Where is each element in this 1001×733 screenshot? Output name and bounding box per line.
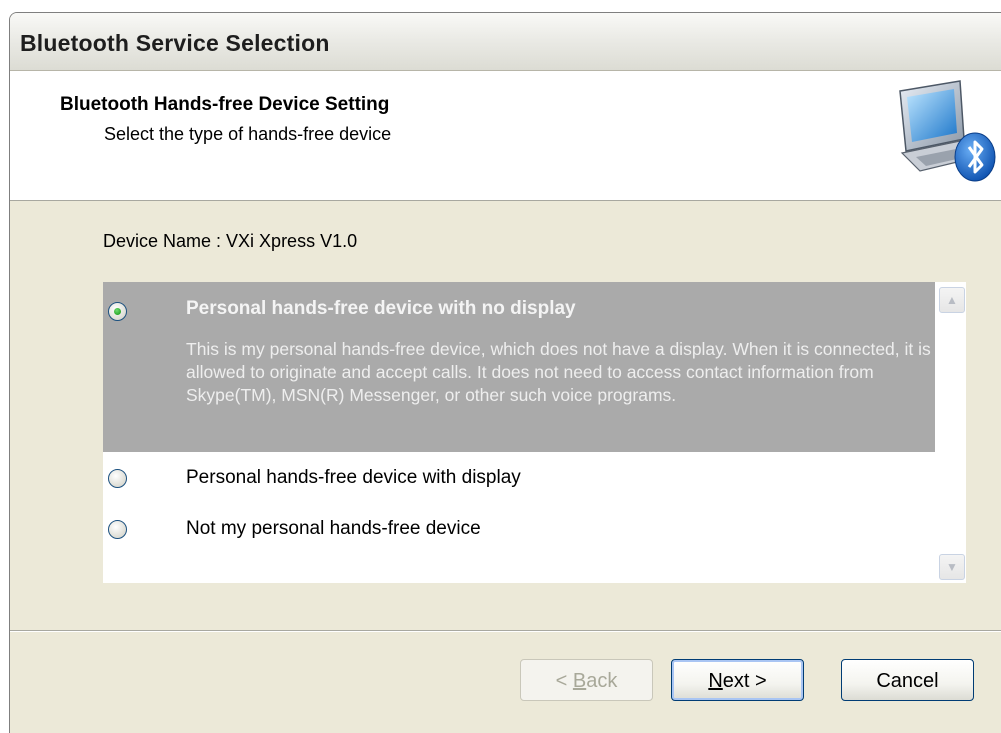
vertical-scrollbar[interactable]: ▲ ▼ (935, 282, 966, 583)
header-subtitle: Select the type of hands-free device (104, 124, 392, 144)
scroll-down-button[interactable]: ▼ (939, 554, 965, 580)
option-title: Personal hands-free device with display (186, 467, 521, 488)
back-button-mnemonic: B (572, 670, 587, 692)
chevron-up-icon: ▲ (946, 293, 958, 307)
wizard-header: Bluetooth Hands-free Device Setting Sele… (10, 71, 1001, 201)
option-not-personal[interactable]: Not my personal hands-free device (103, 506, 935, 554)
footer-divider-highlight (10, 631, 1001, 632)
bluetooth-computer-icon (899, 80, 996, 182)
option-with-display[interactable]: Personal hands-free device with display (103, 455, 935, 503)
radio-button[interactable] (108, 520, 127, 539)
option-title: Personal hands-free device with no displ… (186, 298, 576, 319)
back-button-label: ack (586, 670, 618, 692)
radio-button-checked[interactable] (108, 302, 127, 321)
radio-dot-icon (114, 308, 121, 315)
option-description: This is my personal hands-free device, w… (186, 339, 931, 405)
chevron-down-icon: ▼ (946, 560, 958, 574)
scroll-up-button[interactable]: ▲ (939, 287, 965, 313)
header-title: Bluetooth Hands-free Device Setting (60, 94, 390, 115)
cancel-button[interactable]: Cancel (841, 659, 974, 701)
option-no-display[interactable]: Personal hands-free device with no displ… (103, 282, 935, 452)
dialog-window: Bluetooth Service Selection Bluetooth Ha… (9, 12, 1001, 733)
radio-button[interactable] (108, 469, 127, 488)
device-type-list[interactable]: Personal hands-free device with no displ… (103, 282, 966, 583)
device-name-label: Device Name : VXi Xpress V1.0 (103, 231, 358, 251)
next-button-mnemonic: N (708, 670, 723, 692)
back-button-prefix: < (555, 670, 573, 692)
next-button[interactable]: Next > (671, 659, 804, 701)
window-title: Bluetooth Service Selection (20, 30, 330, 56)
back-button[interactable]: < Back (520, 659, 653, 701)
title-bar[interactable]: Bluetooth Service Selection (10, 13, 1001, 71)
next-button-label: ext > (722, 670, 767, 692)
option-title: Not my personal hands-free device (186, 518, 481, 539)
